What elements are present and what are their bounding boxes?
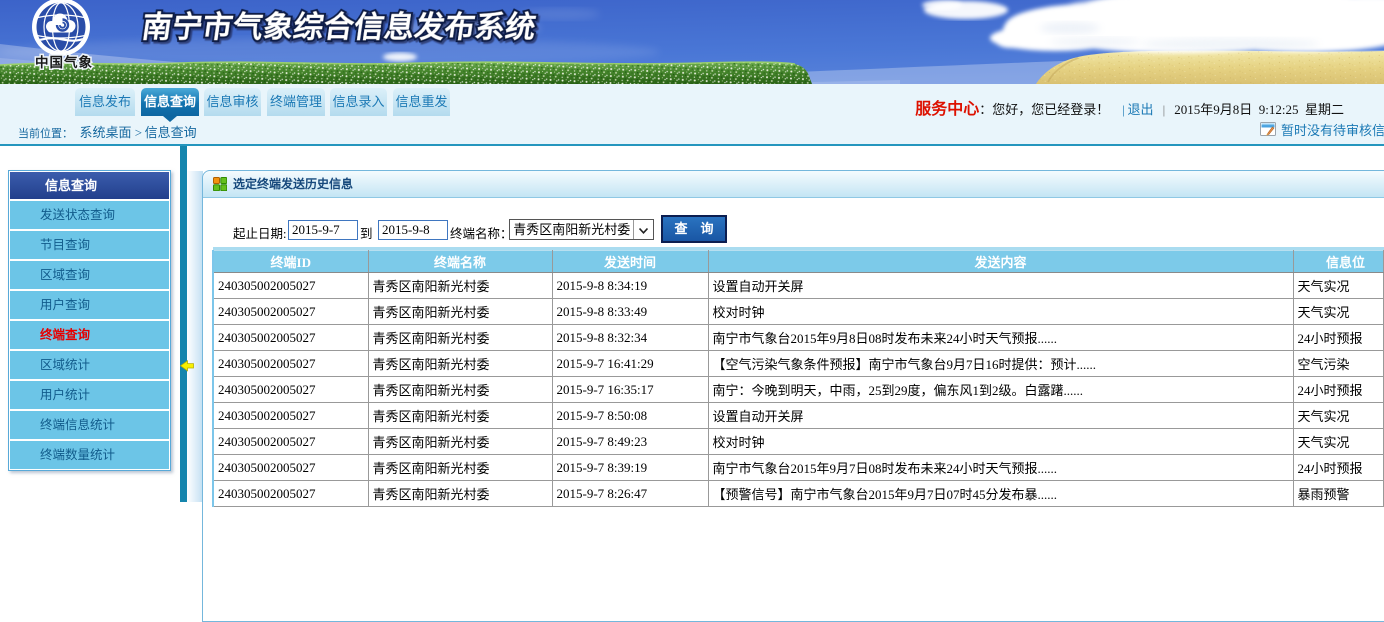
- svg-text:中国气象: 中国气象: [35, 54, 93, 70]
- svg-text:南宁市气象综合信息发布系统: 南宁市气象综合信息发布系统: [140, 9, 539, 44]
